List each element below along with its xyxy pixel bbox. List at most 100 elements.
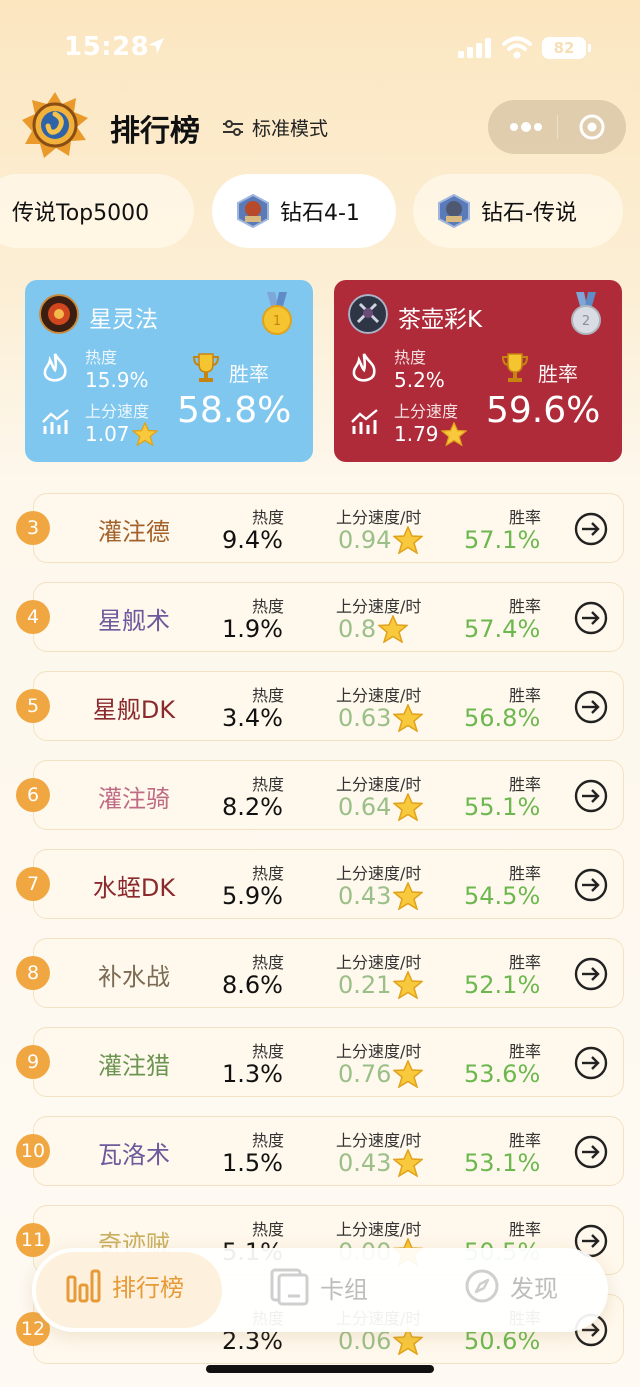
star-icon	[393, 526, 424, 554]
enter-arrow-icon[interactable]	[574, 690, 608, 724]
speed-label: 上分速度/时	[336, 1220, 422, 1239]
trophy-icon	[501, 353, 529, 382]
deck-name: 灌注德	[98, 518, 170, 546]
win-rate-value: 52.1%	[464, 971, 541, 999]
hot-label: 热度	[252, 508, 285, 527]
mode-label: 标准模式	[252, 118, 329, 140]
enter-arrow-icon[interactable]	[574, 1046, 608, 1080]
speed-value: 0.64	[338, 793, 424, 821]
nav-item-decks[interactable]: 卡组	[270, 1268, 368, 1306]
win-rate-value: 53.1%	[464, 1149, 541, 1177]
rank-badge: 11	[16, 1223, 50, 1257]
compass-icon	[465, 1269, 499, 1303]
tab-label: 传说Top5000	[12, 201, 150, 226]
table-row[interactable]: 灌注猎 热度 1.3% 上分速度/时 0.76 胜率 53.6%	[33, 1027, 624, 1097]
speed-label: 上分速度/时	[336, 953, 422, 972]
speed-value: 0.21	[338, 971, 424, 999]
speed-value: 1.79	[394, 422, 467, 446]
hot-label: 热度	[252, 597, 285, 616]
hot-value: 9.4%	[222, 526, 283, 554]
hot-label: 热度	[394, 348, 427, 367]
hot-value: 8.6%	[222, 971, 283, 999]
table-row[interactable]: 水蛭DK 热度 5.9% 上分速度/时 0.43 胜率 54.5%	[33, 849, 624, 919]
tab-diamond-4-1[interactable]: 钻石4-1	[212, 174, 396, 248]
speed-label: 上分速度	[394, 402, 459, 421]
hot-label: 热度	[252, 686, 285, 705]
rank-badge: 4	[16, 600, 50, 634]
home-indicator	[206, 1365, 434, 1373]
tab-legend-top5000[interactable]: 传说Top5000	[0, 174, 194, 248]
close-miniprogram-icon[interactable]	[578, 113, 606, 141]
rank-badge: 6	[16, 778, 50, 812]
deck-name: 星舰术	[98, 607, 170, 635]
enter-arrow-icon[interactable]	[574, 601, 608, 635]
table-row[interactable]: 灌注骑 热度 8.2% 上分速度/时 0.64 胜率 55.1%	[33, 760, 624, 830]
nav-item-ranking[interactable]: 排行榜	[66, 1268, 184, 1303]
deck-name: 瓦洛术	[98, 1141, 170, 1169]
enter-arrow-icon[interactable]	[574, 779, 608, 813]
nav-label: 发现	[510, 1274, 558, 1303]
deck-name: 灌注猎	[98, 1052, 170, 1080]
table-row[interactable]: 星舰DK 热度 3.4% 上分速度/时 0.63 胜率 56.8%	[33, 671, 624, 741]
table-row[interactable]: 补水战 热度 8.6% 上分速度/时 0.21 胜率 52.1%	[33, 938, 624, 1008]
miniprogram-capsule	[488, 100, 626, 154]
app-header: 排行榜 标准模式	[0, 86, 640, 166]
bottom-nav: 排行榜 卡组 发现	[32, 1248, 608, 1332]
enter-arrow-icon[interactable]	[574, 957, 608, 991]
hot-value: 1.5%	[222, 1149, 283, 1177]
win-rate-value: 59.6%	[486, 390, 601, 431]
battery-indicator: 82	[542, 37, 586, 59]
win-rate-label: 胜率	[509, 597, 542, 616]
hot-value: 1.3%	[222, 1060, 283, 1088]
speed-value: 0.76	[338, 1060, 424, 1088]
speed-value: 0.63	[338, 704, 424, 732]
speed-label: 上分速度/时	[336, 1131, 422, 1150]
win-rate-label: 胜率	[538, 362, 578, 386]
mode-selector[interactable]: 标准模式	[222, 114, 328, 141]
flame-icon	[352, 353, 376, 382]
hot-label: 热度	[252, 953, 285, 972]
win-rate-value: 53.6%	[464, 1060, 541, 1088]
trend-chart-icon	[42, 409, 69, 434]
tab-label: 钻石4-1	[280, 201, 360, 226]
deck-icon	[270, 1268, 309, 1306]
rank-badge: 7	[16, 867, 50, 901]
win-rate-label: 胜率	[509, 686, 542, 705]
top-deck-card-1[interactable]: 星灵法 1 热度 15.9% 上分速度 1.07 胜率 58.8%	[25, 280, 313, 462]
trophy-icon	[192, 353, 220, 382]
win-rate-value: 57.4%	[464, 615, 541, 643]
nav-label: 排行榜	[112, 1274, 184, 1302]
deck-name: 星舰DK	[92, 696, 176, 724]
table-row[interactable]: 星舰术 热度 1.9% 上分速度/时 0.8 胜率 57.4%	[33, 582, 624, 652]
star-icon	[393, 971, 424, 999]
win-rate-value: 55.1%	[464, 793, 541, 821]
speed-label: 上分速度/时	[336, 597, 422, 616]
table-row[interactable]: 灌注德 热度 9.4% 上分速度/时 0.94 胜率 57.1%	[33, 493, 624, 563]
hot-value: 1.9%	[222, 615, 283, 643]
top-deck-card-2[interactable]: 茶壶彩K 2 热度 5.2% 上分速度 1.79 胜率 59.6%	[334, 280, 622, 462]
status-time: 15:28	[64, 32, 150, 62]
star-icon	[393, 704, 424, 732]
nav-item-discover[interactable]: 发现	[464, 1268, 558, 1304]
enter-arrow-icon[interactable]	[574, 868, 608, 902]
star-icon	[393, 793, 424, 821]
hot-value: 5.2%	[394, 368, 445, 392]
hot-label: 热度	[85, 348, 118, 367]
deck-name: 茶壶彩K	[398, 307, 483, 333]
rogue-class-avatar-icon	[348, 294, 388, 334]
star-icon	[378, 615, 409, 643]
enter-arrow-icon[interactable]	[574, 1135, 608, 1169]
rank-badge: 3	[16, 511, 50, 545]
location-arrow-icon	[148, 38, 164, 54]
table-row[interactable]: 瓦洛术 热度 1.5% 上分速度/时 0.43 胜率 53.1%	[33, 1116, 624, 1186]
star-icon	[440, 422, 467, 446]
bar-chart-icon	[66, 1269, 101, 1302]
more-icon[interactable]	[506, 114, 546, 140]
star-icon	[393, 1060, 424, 1088]
enter-arrow-icon[interactable]	[574, 512, 608, 546]
win-rate-label: 胜率	[509, 1131, 542, 1150]
tab-diamond-legend[interactable]: 钻石-传说	[413, 174, 623, 248]
svg-text:1: 1	[273, 314, 281, 329]
trend-chart-icon	[351, 409, 378, 434]
star-icon	[131, 422, 158, 446]
